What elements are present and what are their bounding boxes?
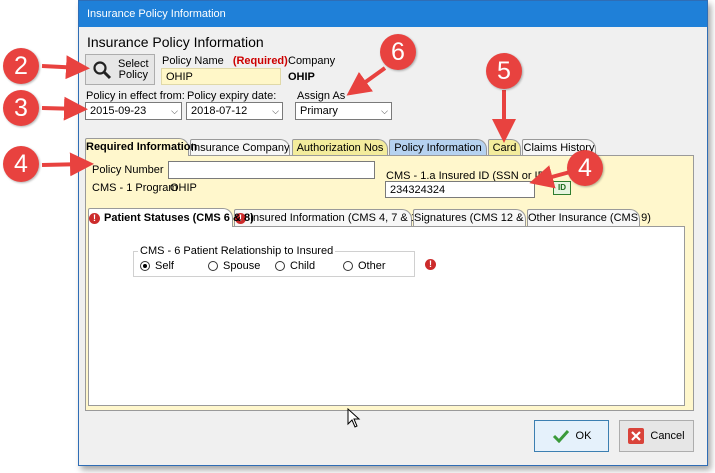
callout-4-left: 4 [3, 146, 39, 182]
callout-2: 2 [3, 48, 39, 84]
tab-required-information[interactable]: Required Information [85, 138, 197, 156]
callout-5: 5 [486, 53, 522, 89]
callout-arrow-4-left [41, 152, 94, 177]
callout-arrow-4-right [529, 165, 571, 189]
annotation-arrows [41, 55, 571, 189]
callout-4-right: 4 [567, 150, 603, 186]
warning-icon: ! [89, 212, 100, 224]
callout-arrow-2 [41, 55, 90, 80]
callout-3: 3 [3, 90, 39, 126]
callout-arrow-3 [41, 96, 88, 121]
callout-arrow-6 [346, 66, 387, 96]
callout-6: 6 [380, 34, 416, 70]
subtab-patient-statuses[interactable]: ! Patient Statuses (CMS 6 & 8) [88, 208, 254, 227]
